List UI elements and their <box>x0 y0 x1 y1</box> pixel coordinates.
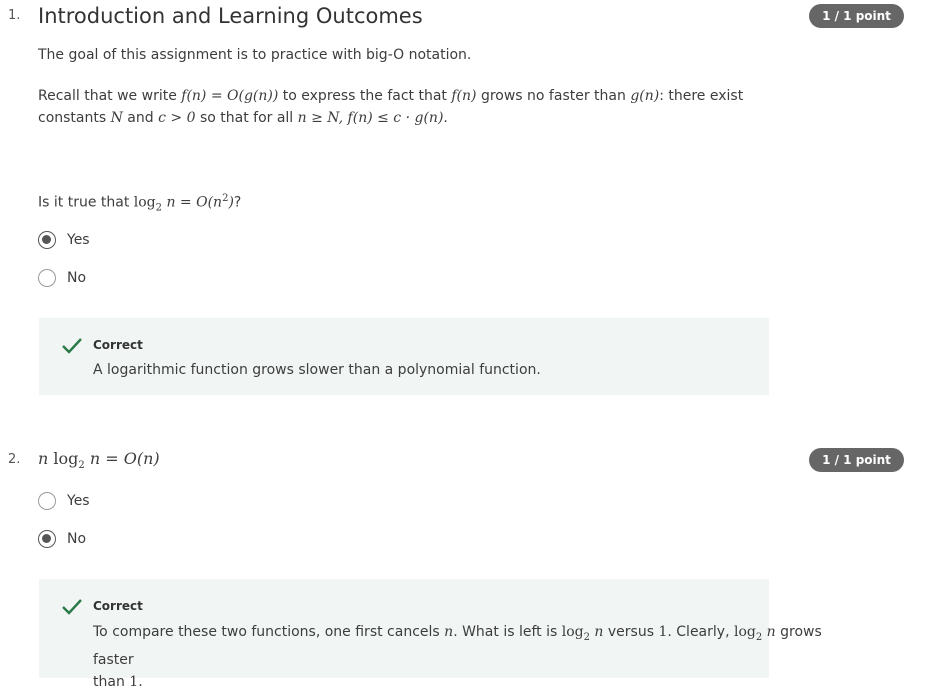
recall-text: Recall that we write f(n) = O(g(n)) to e… <box>38 88 744 126</box>
option-yes[interactable]: Yes <box>38 490 90 512</box>
radio-selected[interactable] <box>38 231 56 249</box>
feedback-text: A logarithmic function grows slower than… <box>93 362 541 378</box>
feedback-title: Correct <box>93 599 143 613</box>
option-no[interactable]: No <box>38 267 86 289</box>
option-yes[interactable]: Yes <box>38 229 90 251</box>
option-no[interactable]: No <box>38 528 86 550</box>
feedback-title: Correct <box>93 338 143 352</box>
points-badge: 1 / 1 point <box>809 448 904 472</box>
points-badge: 1 / 1 point <box>809 4 904 28</box>
option-label: No <box>67 270 87 286</box>
feedback-text: To compare these two functions, one firs… <box>93 624 822 690</box>
question-title: n log2 n = O(n) <box>38 449 160 472</box>
question-prompt: Is it true that log2 n = O(n2)? <box>38 193 242 214</box>
check-icon <box>61 337 83 359</box>
option-label: Yes <box>67 493 90 509</box>
radio-selected[interactable] <box>38 530 56 548</box>
radio-unselected[interactable] <box>38 269 56 287</box>
question-number: 2. <box>8 452 21 467</box>
feedback-box: Correct To compare these two functions, … <box>39 579 822 690</box>
radio-unselected[interactable] <box>38 492 56 510</box>
question-title: Introduction and Learning Outcomes <box>38 4 423 28</box>
option-label: No <box>67 531 87 547</box>
feedback-box: Correct A logarithmic function grows slo… <box>39 318 769 395</box>
question-number: 1. <box>8 8 21 23</box>
option-label: Yes <box>67 232 90 248</box>
check-icon <box>61 598 83 620</box>
intro-text: The goal of this assignment is to practi… <box>38 47 472 63</box>
